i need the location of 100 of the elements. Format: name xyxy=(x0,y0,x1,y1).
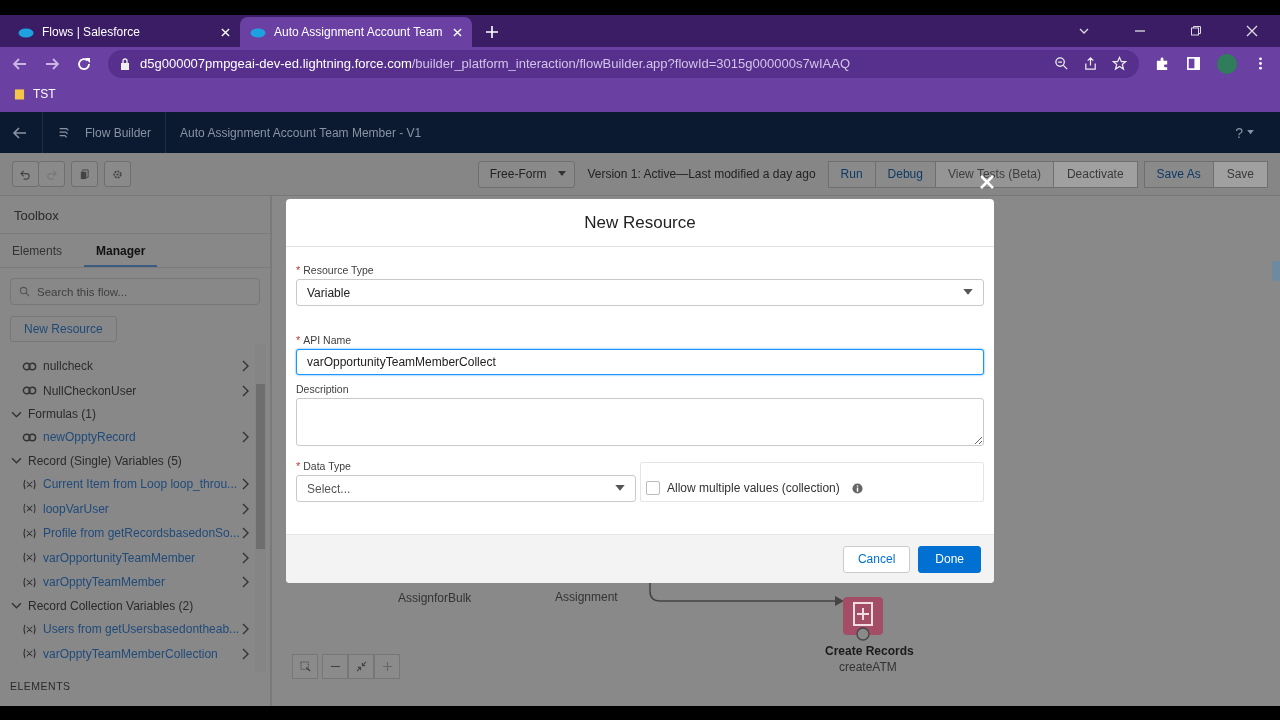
search-icon xyxy=(19,286,30,297)
modal-title: New Resource xyxy=(286,199,994,247)
chevron-right-icon[interactable] xyxy=(241,384,249,397)
required-mark: * xyxy=(296,264,301,276)
help-menu[interactable]: ? xyxy=(1235,124,1243,141)
bookmark[interactable]: TST xyxy=(14,87,56,101)
toolbar-button[interactable]: Run xyxy=(827,160,876,188)
address-bar[interactable]: d5g000007pmpgeai-dev-ed.lightning.force.com/builder_platform_interaction/flowBuilder.app?flowId=3015g000000s7wIAAQ xyxy=(108,49,1139,78)
resource-item[interactable]: Profile from getRecordsbasedonSo... xyxy=(43,526,241,541)
resource-type-dropdown[interactable]: Variable xyxy=(296,279,984,306)
api-name-field[interactable]: varOpportunityTeamMemberCollect xyxy=(296,349,984,375)
back-arrow-icon[interactable] xyxy=(12,55,28,72)
chevron-right-icon[interactable] xyxy=(241,647,249,660)
checkbox[interactable] xyxy=(646,481,660,495)
browser-tab[interactable]: Flows | Salesforce xyxy=(8,17,240,47)
cloud-icon xyxy=(18,26,34,38)
star-icon[interactable] xyxy=(1112,56,1127,71)
resource-item[interactable]: varOpportunityTeamMember xyxy=(43,550,241,565)
modal-button[interactable]: Cancel xyxy=(842,545,911,573)
resource-item[interactable]: Current Item from Loop loop_throu... xyxy=(43,477,241,492)
version-status: Version 1: Active—Last modified a day ago xyxy=(587,167,816,181)
group-label: Record (Single) Variables (5) xyxy=(28,453,182,468)
resource-item[interactable]: varOpptyTeamMemberCollection xyxy=(43,646,241,661)
forward-arrow-icon[interactable] xyxy=(44,55,60,72)
node-label: AssignforBulk xyxy=(398,591,472,605)
variable-icon xyxy=(22,648,37,660)
description-field[interactable] xyxy=(296,398,984,446)
copy-button[interactable] xyxy=(71,161,98,187)
variable-icon xyxy=(22,552,37,564)
group-label: Formulas (1) xyxy=(28,407,96,422)
link-icon xyxy=(22,432,37,443)
required-mark: * xyxy=(296,334,301,346)
field-label: Resource Type xyxy=(303,264,374,276)
layout-dropdown[interactable]: Free-Form xyxy=(477,160,576,188)
caret-icon xyxy=(615,485,625,492)
data-type-dropdown[interactable]: Select... xyxy=(296,475,636,502)
search-field[interactable]: Search this flow... xyxy=(10,278,260,305)
share-icon[interactable] xyxy=(1083,56,1098,71)
chevron-right-icon[interactable] xyxy=(241,623,249,636)
info-icon[interactable] xyxy=(851,482,863,494)
resource-item[interactable]: varOpptyTeamMember xyxy=(43,575,241,590)
resource-item[interactable]: nullcheck xyxy=(43,359,241,374)
reload-icon[interactable] xyxy=(76,55,92,72)
plus-icon xyxy=(381,661,393,672)
chevron-right-icon[interactable] xyxy=(241,478,249,491)
flow-icon xyxy=(57,125,71,140)
checkbox-label: Allow multiple values (collection) xyxy=(667,481,840,495)
lock-icon xyxy=(120,57,130,70)
chevron-right-icon[interactable] xyxy=(241,527,249,540)
copy-icon xyxy=(79,168,90,180)
create-records-node[interactable] xyxy=(842,596,884,642)
new-tab-icon[interactable] xyxy=(486,26,498,38)
caret-icon xyxy=(963,289,973,296)
resource-item[interactable]: NullCheckonUser xyxy=(43,383,241,398)
chevron-right-icon[interactable] xyxy=(241,502,249,515)
field-label: Description xyxy=(296,383,349,395)
variable-icon xyxy=(22,478,37,490)
resource-item[interactable]: Users from getUsersbasedontheab... xyxy=(43,622,241,637)
folder-icon xyxy=(14,88,25,100)
toolbar-button[interactable]: Debug xyxy=(874,160,936,188)
field-label: Data Type xyxy=(303,460,351,472)
node-api-name: createATM xyxy=(839,660,897,674)
variable-icon xyxy=(22,576,37,588)
chevron-right-icon[interactable] xyxy=(241,360,249,373)
chevron-right-icon[interactable] xyxy=(241,431,249,444)
undo-icon xyxy=(20,168,31,180)
app-name: Flow Builder xyxy=(85,125,152,140)
back-arrow-icon[interactable] xyxy=(12,124,28,141)
resource-item[interactable]: newOpptyRecord xyxy=(43,430,241,445)
variable-icon xyxy=(22,503,37,515)
toolbox-tab[interactable]: Manager xyxy=(84,234,158,267)
variable-icon xyxy=(22,623,37,635)
required-mark: * xyxy=(296,460,301,472)
field-label: API Name xyxy=(303,334,352,346)
fit-button[interactable] xyxy=(348,654,374,679)
node-label: Assignment xyxy=(555,590,618,604)
close-icon[interactable] xyxy=(1246,25,1258,37)
zoom-icon[interactable] xyxy=(1054,56,1069,71)
sidebar-icon[interactable] xyxy=(1186,56,1201,71)
gear-icon xyxy=(112,168,123,180)
chevron-right-icon[interactable] xyxy=(241,576,249,589)
node-title: Create Records xyxy=(825,644,914,658)
variable-icon xyxy=(22,527,37,539)
flow-title: Auto Assignment Account Team Member - V1 xyxy=(180,125,422,140)
new-resource-button[interactable]: New Resource xyxy=(10,316,117,342)
browser-tab[interactable]: Auto Assignment Account Team xyxy=(240,17,472,47)
link-icon xyxy=(22,360,37,372)
puzzle-icon[interactable] xyxy=(1155,56,1170,71)
section-heading: ELEMENTS xyxy=(9,679,72,694)
resource-item[interactable]: loopVarUser xyxy=(43,501,241,516)
group-label: Record Collection Variables (2) xyxy=(28,598,194,613)
toolbox-tab[interactable]: Elements xyxy=(10,234,65,267)
caret-icon xyxy=(558,171,567,177)
chevron-right-icon[interactable] xyxy=(241,551,249,564)
toolbar-button[interactable]: Save As xyxy=(1143,160,1214,188)
modal-button[interactable]: Done xyxy=(918,545,981,573)
undo-button[interactable] xyxy=(12,161,39,187)
select-icon xyxy=(299,661,311,672)
restore-icon[interactable] xyxy=(1190,25,1202,37)
caret-icon xyxy=(1247,130,1254,135)
